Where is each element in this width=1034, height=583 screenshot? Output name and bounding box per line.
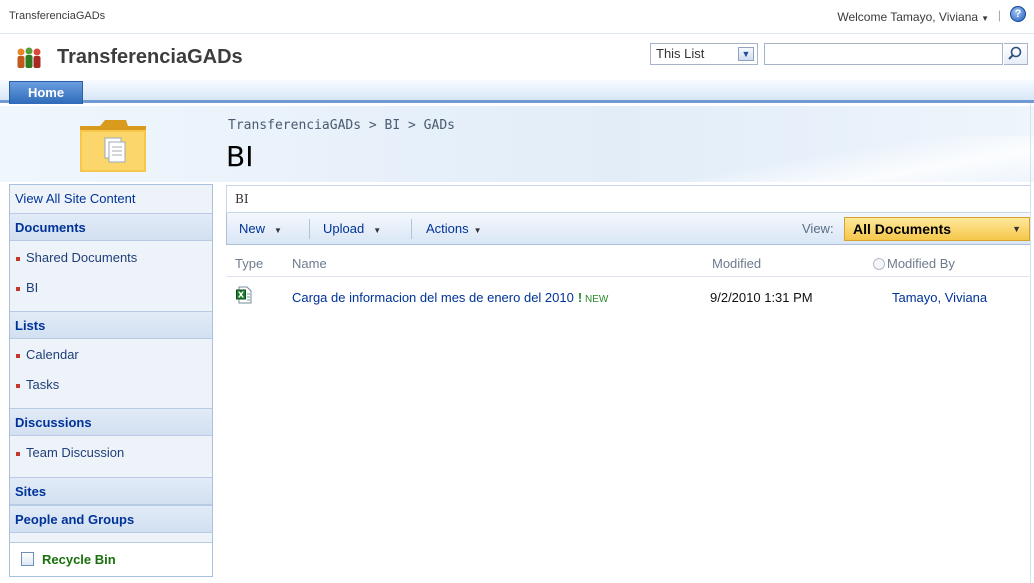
column-header-type[interactable]: Type: [235, 256, 263, 271]
view-select[interactable]: All Documents ▼: [844, 217, 1030, 241]
quick-launch: View All Site Content Documents Shared D…: [9, 184, 213, 577]
tab-home[interactable]: Home: [9, 81, 83, 104]
sidebar-item-calendar[interactable]: Calendar: [10, 340, 212, 369]
excel-document-icon: X: [236, 286, 252, 304]
document-modified: 9/2/2010 1:31 PM: [710, 290, 813, 305]
page-right-border: [1030, 103, 1031, 583]
chevron-down-icon: ▼: [373, 226, 382, 235]
new-badge-bang: !: [577, 290, 583, 305]
view-value: All Documents: [853, 221, 952, 237]
list-title: BI: [226, 185, 1031, 213]
sites-header[interactable]: Sites: [10, 477, 212, 505]
folder-icon: [80, 120, 146, 172]
svg-text:X: X: [238, 291, 245, 300]
welcome-text: Welcome Tamayo, Viviana: [837, 10, 979, 24]
search-scope-value: This List: [656, 46, 705, 61]
people-and-groups-header[interactable]: People and Groups: [10, 505, 212, 533]
page-title: BI: [226, 140, 254, 173]
search-input[interactable]: [764, 43, 1003, 65]
site-title[interactable]: TransferenciaGADs: [57, 46, 243, 69]
discussions-header[interactable]: Discussions: [10, 408, 212, 436]
top-navigation: Home: [0, 80, 1034, 104]
people-logo-icon: [17, 47, 41, 68]
column-headers: Type Name Modified Modified By: [226, 245, 1031, 277]
document-name: Carga de informacion del mes de enero de…: [292, 290, 574, 305]
sidebar-item-label: Calendar: [26, 347, 79, 362]
column-header-modified-by-label: Modified By: [887, 256, 955, 271]
table-row[interactable]: X Carga de informacion del mes de enero …: [226, 277, 1031, 319]
chevron-down-icon: ▼: [274, 226, 282, 235]
view-label: View:: [802, 221, 834, 236]
column-header-name[interactable]: Name: [292, 256, 327, 271]
toolbar-divider: [411, 219, 412, 239]
column-header-modified[interactable]: Modified: [712, 256, 761, 271]
recycle-bin-icon: [21, 552, 34, 566]
bullet-icon: [16, 353, 20, 358]
new-badge: ! NEW: [578, 290, 609, 305]
header-decoration: [680, 136, 1034, 182]
actions-menu-button[interactable]: Actions ▼: [426, 221, 482, 236]
list-toolbar: New ▼ Upload ▼ Actions ▼ View: All Document…: [226, 213, 1031, 245]
magnifier-icon: [1008, 46, 1022, 60]
sidebar-item-bi[interactable]: BI: [10, 273, 212, 302]
bullet-icon: [16, 256, 20, 261]
help-icon[interactable]: ?: [1010, 6, 1026, 22]
site-collection-link[interactable]: TransferenciaGADs: [9, 10, 105, 22]
lists-header[interactable]: Lists: [10, 311, 212, 339]
site-title-row: TransferenciaGADs This List ▼: [0, 34, 1034, 80]
breadcrumb[interactable]: TransferenciaGADs > BI > GADs: [228, 118, 455, 133]
toolbar-divider: [309, 219, 310, 239]
new-label: New: [239, 221, 266, 236]
recycle-bin-link[interactable]: Recycle Bin: [10, 542, 212, 576]
search-button[interactable]: [1004, 43, 1028, 65]
sidebar-item-team-discussion[interactable]: Team Discussion: [10, 438, 212, 467]
bullet-icon: [16, 286, 20, 291]
chevron-down-icon: ▼: [981, 14, 989, 23]
new-badge-label: NEW: [584, 294, 609, 305]
view-all-site-content-link[interactable]: View All Site Content: [10, 185, 212, 213]
global-top-bar: TransferenciaGADs Welcome Tamayo, Vivian…: [0, 0, 1034, 34]
sidebar-item-label: Shared Documents: [26, 250, 138, 265]
sidebar-item-label: Tasks: [26, 377, 60, 392]
column-header-modified-by[interactable]: Modified By: [873, 256, 955, 271]
upload-label: Upload: [323, 221, 365, 236]
search-scope-select[interactable]: This List ▼: [650, 43, 758, 65]
sidebar-item-tasks[interactable]: Tasks: [10, 370, 212, 399]
chevron-down-icon: ▼: [738, 47, 754, 61]
welcome-menu[interactable]: Welcome Tamayo, Viviana ▼: [837, 10, 989, 24]
sidebar-item-shared-documents[interactable]: Shared Documents: [10, 243, 212, 272]
document-name-link[interactable]: Carga de informacion del mes de enero de…: [292, 290, 608, 305]
page-header: TransferenciaGADs > BI > GADs BI: [0, 106, 1034, 182]
chevron-down-icon: ▼: [1012, 224, 1021, 234]
sidebar-item-label: Team Discussion: [26, 445, 125, 460]
actions-label: Actions: [426, 221, 469, 236]
chevron-down-icon: ▼: [473, 226, 482, 235]
new-menu-button[interactable]: New ▼: [239, 221, 282, 236]
document-modified-by-link[interactable]: Tamayo, Viviana: [892, 290, 987, 305]
topbar-separator: |: [997, 8, 1001, 22]
sidebar-item-label: BI: [26, 280, 39, 295]
document-library: BI New ▼ Upload ▼ Actions ▼ View: All Docum…: [226, 185, 1034, 583]
select-circle-icon: [873, 258, 885, 270]
upload-menu-button[interactable]: Upload ▼: [323, 221, 381, 236]
documents-header[interactable]: Documents: [10, 213, 212, 241]
recycle-bin-label: Recycle Bin: [42, 552, 116, 567]
bullet-icon: [16, 451, 20, 456]
bullet-icon: [16, 383, 20, 388]
